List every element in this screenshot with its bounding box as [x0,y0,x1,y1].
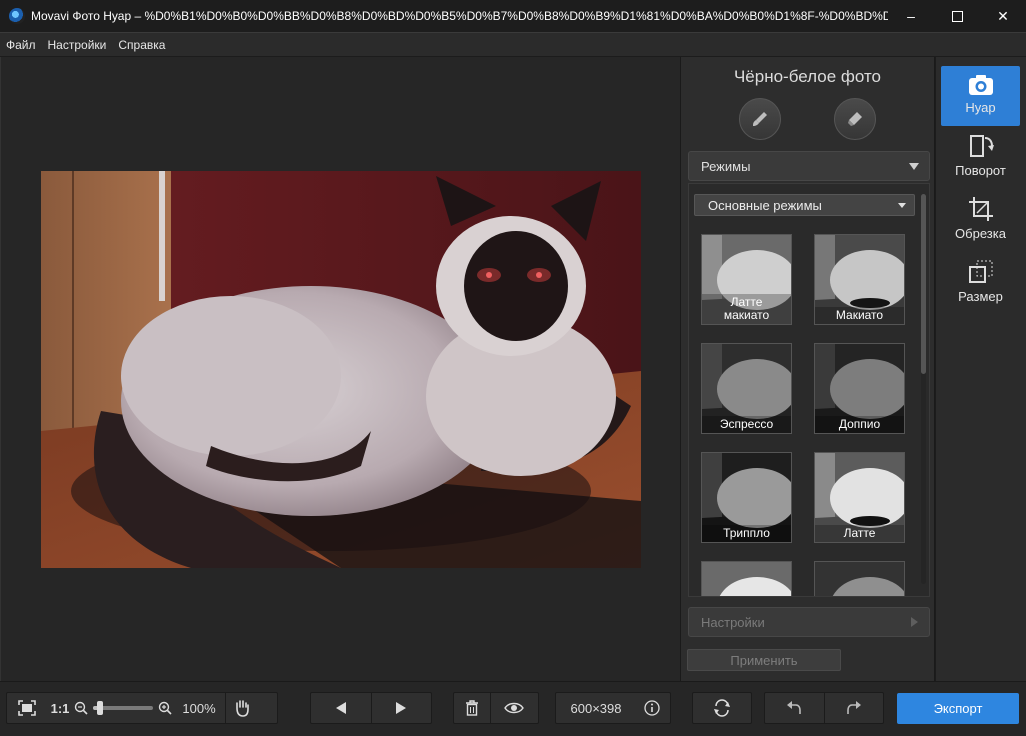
preset-doppio[interactable]: Доппио [814,343,905,434]
preset-latte[interactable]: Латте [814,452,905,543]
modes-section-header[interactable]: Режимы [688,151,930,181]
title-bar: Movavi Фото Нуар – %D0%B1%D0%B0%D0%BB%D0… [0,0,1026,32]
preset-thumbnail [815,562,904,596]
photo-preview[interactable] [41,171,641,568]
preset-macchiato[interactable]: Макиато [814,234,905,325]
image-info-group: 600×398 [555,692,671,724]
settings-header-label: Настройки [701,614,765,630]
preset-partial-2[interactable] [814,561,905,596]
info-button[interactable] [636,693,668,723]
rotate-icon [969,135,994,157]
zoom-out-button[interactable] [73,693,89,723]
delete-button[interactable] [454,693,490,723]
app-icon [9,8,25,24]
preset-label: Триппло [702,525,791,542]
preset-latte-macchiato[interactable]: Латте макиато [701,234,792,325]
tool-label: Размер [958,289,1003,304]
apply-button[interactable]: Применить [687,649,841,671]
reset-button[interactable] [693,693,751,723]
info-icon [644,700,660,716]
menu-file[interactable]: Файл [0,38,42,52]
history-group [764,692,884,724]
image-actions-group [453,692,539,724]
actual-size-button[interactable]: 1:1 [47,693,73,723]
camera-icon [968,75,993,95]
next-image-button[interactable] [371,693,431,723]
preset-label: Макиато [815,307,904,324]
fit-screen-icon [18,700,36,716]
crop-icon [968,197,993,221]
trash-icon [465,700,478,716]
tool-noir[interactable]: Нуар [941,66,1020,126]
tool-resize[interactable]: Размер [941,255,1020,315]
modes-dropdown[interactable]: Основные режимы [694,194,915,216]
hand-icon [236,700,249,717]
cat-photo [41,171,641,568]
maximize-button[interactable] [934,0,980,32]
undo-button[interactable] [765,693,824,723]
preset-label: Латте [815,525,904,542]
menu-help[interactable]: Справка [112,38,171,52]
scrollbar-thumb[interactable] [921,194,926,374]
compare-button[interactable] [491,693,538,723]
tool-label: Поворот [955,163,1006,178]
preset-label: Доппио [815,416,904,433]
window-title: Movavi Фото Нуар – %D0%B1%D0%B0%D0%BB%D0… [31,9,888,23]
tool-crop[interactable]: Обрезка [941,192,1020,252]
chevron-down-icon [909,163,919,170]
preset-espresso[interactable]: Эспрессо [701,343,792,434]
preset-label: Эспрессо [702,416,791,433]
tool-label: Нуар [965,100,996,115]
close-button[interactable]: ✕ [980,0,1026,32]
maximize-icon [951,10,963,22]
modes-header-label: Режимы [701,158,751,174]
eraser-icon [848,112,862,126]
menu-settings[interactable]: Настройки [42,38,113,52]
zoom-in-icon [158,701,172,715]
reset-group [692,692,752,724]
preset-thumbnail [702,562,791,596]
arrow-left-icon [335,702,346,714]
resize-icon [968,260,992,283]
preset-partial-1[interactable] [701,561,792,596]
undo-icon [787,701,802,714]
zoom-in-button[interactable] [157,693,173,723]
image-dimensions: 600×398 [570,700,622,716]
redo-icon [846,701,861,714]
tool-label: Обрезка [955,226,1006,241]
preset-tripplo[interactable]: Триппло [701,452,792,543]
menu-bar: Файл Настройки Справка [0,32,1026,56]
modes-dropdown-value: Основные режимы [708,197,822,213]
preset-label: Латте макиато [702,294,791,324]
modes-list: Основные режимы Латте макиато Макиато Эс… [688,183,930,597]
panel-title: Чёрно-белое фото [733,67,882,86]
image-canvas[interactable] [0,57,680,681]
modes-scrollbar[interactable] [921,194,926,584]
tool-rotate[interactable]: Поворот [941,129,1020,189]
bottom-toolbar: 1:1 100% 600×398 Экспорт [0,681,1026,736]
zoom-slider-knob[interactable] [97,701,104,715]
eye-icon [504,702,525,714]
minimize-button[interactable]: – [888,0,934,32]
arrow-right-icon [396,702,407,714]
dropdown-arrow-icon [898,203,906,208]
zoom-slider[interactable] [93,701,153,715]
brush-icon [753,112,767,126]
chevron-right-icon [911,617,918,627]
navigation-group [310,692,432,724]
zoom-value: 100% [182,700,216,716]
fit-to-window-button[interactable] [7,693,47,723]
redo-button[interactable] [824,693,883,723]
export-button[interactable]: Экспорт [897,693,1019,724]
effects-panel: Чёрно-белое фото Режимы Основные режимы … [680,57,935,681]
tools-sidebar: Нуар Поворот Обрезка Размер [936,57,1026,681]
hand-tool-button[interactable] [226,693,258,723]
brush-button[interactable] [739,98,781,140]
eraser-button[interactable] [834,98,876,140]
refresh-icon [714,699,730,717]
zoom-group: 1:1 100% [6,692,278,724]
settings-section-header[interactable]: Настройки [688,607,930,637]
zoom-out-icon [74,701,88,715]
previous-image-button[interactable] [311,693,371,723]
